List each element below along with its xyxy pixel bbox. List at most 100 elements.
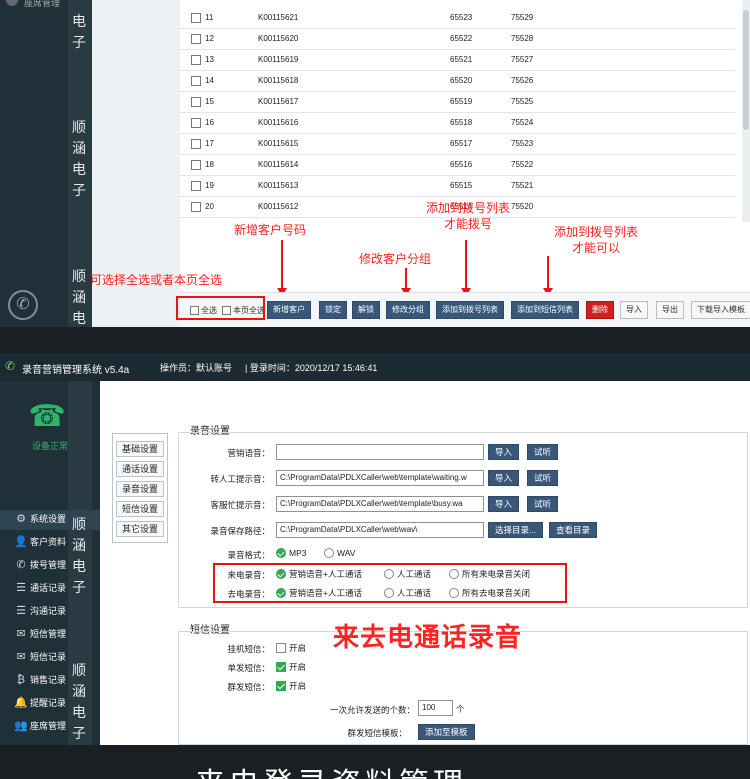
- app-title: 录音营销管理系统 v5.4a: [22, 365, 130, 376]
- transfer-input[interactable]: C:\ProgramData\PDLXCaller\web\template\w…: [276, 470, 484, 486]
- sidebar-item[interactable]: ⚙ 系统设置: [14, 512, 66, 530]
- download-template-button[interactable]: 下载导入模板: [691, 301, 750, 319]
- row-checkbox[interactable]: [191, 34, 201, 44]
- phone-icon[interactable]: ✆: [8, 290, 38, 320]
- add-to-dial-list-button[interactable]: 添加到拨号列表: [436, 301, 504, 319]
- import-button[interactable]: 导入: [488, 496, 520, 512]
- watermark-text: 顺涵电子: [72, 120, 86, 199]
- export-button[interactable]: 导出: [656, 301, 684, 319]
- sidebar-item[interactable]: 👥 座席管理: [14, 719, 66, 737]
- tab-recording[interactable]: 录音设置: [116, 481, 164, 497]
- customer-code: K00115621: [258, 13, 299, 22]
- tab-sms[interactable]: 短信设置: [116, 501, 164, 517]
- checkbox-checked[interactable]: [276, 662, 286, 672]
- sidebar-item[interactable]: ₿ 销售记录: [14, 673, 66, 691]
- sidebar-item[interactable]: 🔔 提醒记录: [14, 696, 66, 714]
- checkbox-unchecked[interactable]: [276, 643, 286, 653]
- format-wav-radio[interactable]: WAV: [324, 548, 355, 558]
- busy-label: 客服忙提示音：: [210, 500, 270, 510]
- listen-button[interactable]: 试听: [527, 444, 559, 460]
- single-sms-checkbox[interactable]: 开启: [276, 661, 306, 673]
- sidebar-item-label: 拨号管理: [30, 560, 67, 570]
- sidebar-item[interactable]: ☰ 沟通记录: [14, 604, 66, 622]
- checkbox-checked[interactable]: [276, 681, 286, 691]
- row-checkbox[interactable]: [191, 97, 201, 107]
- seat-icon: [6, 0, 18, 6]
- tab-basic[interactable]: 基础设置: [116, 441, 164, 457]
- sidebar-item-label: 客户资料: [30, 537, 67, 547]
- max-send-input[interactable]: 100: [418, 700, 453, 716]
- message-icon: ✉: [16, 651, 26, 663]
- radio-unchecked[interactable]: [324, 548, 334, 558]
- format-mp3-radio[interactable]: MP3: [276, 548, 306, 558]
- delete-button[interactable]: 删除: [586, 301, 614, 319]
- value-b: 75527: [511, 55, 534, 64]
- table-row[interactable]: 17 K00115615 65517 75523: [180, 134, 735, 155]
- value-a: 65515: [450, 181, 473, 190]
- table-row[interactable]: 19 K00115613 65515 75521: [180, 176, 735, 197]
- add-template-button[interactable]: 添加至模板: [418, 724, 475, 740]
- save-path-label: 录音保存路径：: [210, 526, 270, 536]
- row-checkbox[interactable]: [191, 76, 201, 86]
- row-checkbox[interactable]: [191, 13, 201, 23]
- group-sms-checkbox[interactable]: 开启: [276, 680, 306, 692]
- row-number: 19: [205, 181, 214, 190]
- unlock-button[interactable]: 解锁: [352, 301, 380, 319]
- listen-button[interactable]: 试听: [527, 470, 559, 486]
- edit-group-button[interactable]: 修改分组: [386, 301, 430, 319]
- table-row[interactable]: 13 K00115619 65521 75527: [180, 50, 735, 71]
- footer-caption: 来电登录资料管理: [195, 759, 467, 779]
- new-customer-button[interactable]: 新增客户: [267, 301, 311, 319]
- busy-input[interactable]: C:\ProgramData\PDLXCaller\web\template\b…: [276, 496, 484, 512]
- import-button[interactable]: 导入: [620, 301, 648, 319]
- sidebar-item[interactable]: ✉ 短信记录: [14, 650, 66, 668]
- choose-dir-button[interactable]: 选择目录...: [488, 522, 544, 538]
- tab-call[interactable]: 通话设置: [116, 461, 164, 477]
- table-row[interactable]: 18 K00115614 65516 75522: [180, 155, 735, 176]
- row-checkbox[interactable]: [191, 139, 201, 149]
- customer-code: K00115614: [258, 160, 299, 169]
- customer-code: K00115620: [258, 34, 299, 43]
- import-button[interactable]: 导入: [488, 470, 520, 486]
- customer-code: K00115615: [258, 139, 299, 148]
- row-checkbox[interactable]: [191, 160, 201, 170]
- table-row[interactable]: 14 K00115618 65520 75526: [180, 71, 735, 92]
- customer-code: K00115619: [258, 55, 299, 64]
- unit-label: 个: [456, 704, 465, 714]
- lock-button[interactable]: 锁定: [319, 301, 347, 319]
- table-row[interactable]: 12 K00115620 65522 75528: [180, 29, 735, 50]
- radio-checked[interactable]: [276, 548, 286, 558]
- row-checkbox[interactable]: [191, 118, 201, 128]
- table-row[interactable]: 15 K00115617 65519 75525: [180, 92, 735, 113]
- message-icon: ✉: [16, 628, 26, 640]
- chart-icon: ₿: [16, 674, 26, 686]
- row-checkbox[interactable]: [191, 55, 201, 65]
- sidebar-item[interactable]: 👤 客户资料: [14, 535, 66, 553]
- marketing-voice-input[interactable]: [276, 444, 484, 460]
- format-label: 录音格式：: [227, 550, 270, 560]
- view-dir-button[interactable]: 查看目录: [549, 522, 598, 538]
- row-checkbox[interactable]: [191, 181, 201, 191]
- listen-button[interactable]: 试听: [527, 496, 559, 512]
- radio-label: WAV: [337, 548, 356, 558]
- customer-code: K00115616: [258, 118, 299, 127]
- tab-other[interactable]: 其它设置: [116, 521, 164, 537]
- scrollbar-thumb[interactable]: [743, 10, 749, 130]
- sidebar-item[interactable]: ✉ 短信管理: [14, 627, 66, 645]
- max-send-label: 一次允许发送的个数：: [329, 705, 415, 715]
- save-path-input[interactable]: C:\ProgramData\PDLXCaller\web\wav\: [276, 522, 484, 538]
- sidebar-item-label[interactable]: 座席管理: [24, 0, 60, 9]
- import-button[interactable]: 导入: [488, 444, 520, 460]
- row-number: 12: [205, 34, 214, 43]
- row-number: 14: [205, 76, 214, 85]
- row-checkbox[interactable]: [191, 202, 201, 212]
- scrollbar[interactable]: [742, 0, 750, 222]
- sidebar-item[interactable]: ✆ 拨号管理: [14, 558, 66, 576]
- table-row[interactable]: 11 K00115621 65523 75529: [180, 8, 735, 29]
- customer-code: K00115612: [258, 202, 299, 211]
- sidebar-item[interactable]: ☰ 通话记录: [14, 581, 66, 599]
- add-to-sms-list-button[interactable]: 添加到短信列表: [511, 301, 579, 319]
- hangup-sms-checkbox[interactable]: 开启: [276, 642, 306, 654]
- login-time: | 登录时间：2020/12/17 15:46:41: [245, 363, 378, 373]
- table-row[interactable]: 16 K00115616 65518 75524: [180, 113, 735, 134]
